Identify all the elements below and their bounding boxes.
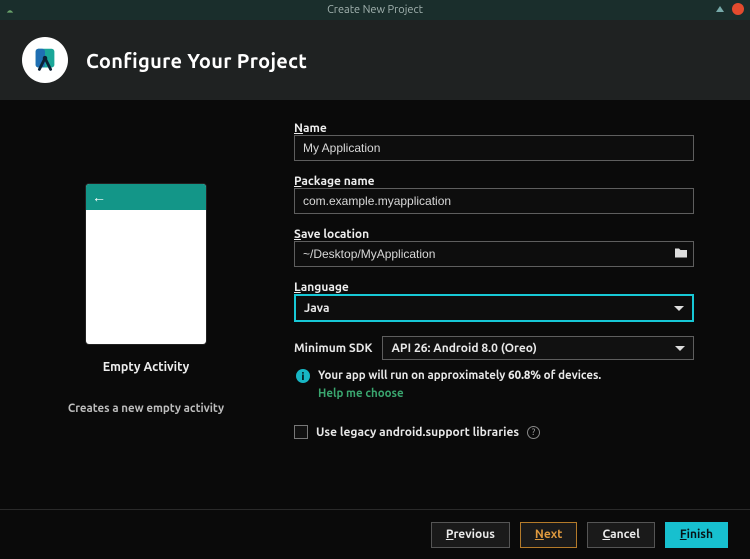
language-label: Language — [294, 281, 694, 294]
previous-button[interactable]: Previous — [431, 522, 510, 548]
cancel-button[interactable]: Cancel — [587, 522, 654, 548]
legacy-support-checkbox[interactable] — [294, 425, 308, 439]
page-title: Configure Your Project — [86, 49, 307, 72]
template-description: Creates a new empty activity — [68, 402, 224, 415]
template-preview-pane: ← Empty Activity Creates a new empty act… — [26, 122, 266, 499]
header: Configure Your Project — [0, 20, 750, 100]
chevron-down-icon — [674, 306, 684, 311]
template-name: Empty Activity — [103, 360, 190, 374]
save-location-input[interactable] — [294, 241, 694, 267]
minimum-sdk-label: Minimum SDK — [294, 342, 372, 355]
language-select[interactable]: Java — [294, 294, 694, 322]
legacy-support-label: Use legacy android.support libraries — [316, 426, 519, 439]
hint-suffix: of devices. — [541, 369, 601, 382]
close-icon[interactable] — [732, 3, 744, 15]
project-form: Name Package name Save location Language… — [294, 122, 694, 499]
minimize-icon[interactable] — [716, 6, 724, 12]
android-studio-icon — [22, 37, 68, 83]
language-value: Java — [304, 302, 329, 315]
template-thumbnail: ← — [86, 184, 206, 344]
help-me-choose-link[interactable]: Help me choose — [318, 386, 601, 402]
chevron-down-icon — [675, 346, 685, 351]
name-input[interactable] — [294, 135, 694, 161]
help-icon[interactable]: ? — [527, 426, 540, 439]
hint-percent: 60.8% — [508, 369, 541, 382]
wizard-footer: Previous Next Cancel Finish — [0, 509, 750, 559]
window-title: Create New Project — [327, 4, 423, 16]
save-location-label: Save location — [294, 228, 694, 241]
package-input[interactable] — [294, 188, 694, 214]
finish-button[interactable]: Finish — [665, 522, 728, 548]
hint-prefix: Your app will run on approximately — [318, 369, 508, 382]
name-label: Name — [294, 122, 694, 135]
minimum-sdk-value: API 26: Android 8.0 (Oreo) — [391, 342, 536, 355]
package-label: Package name — [294, 175, 694, 188]
minimum-sdk-select[interactable]: API 26: Android 8.0 (Oreo) — [382, 336, 694, 360]
browse-folder-icon[interactable] — [674, 247, 688, 262]
titlebar: Create New Project — [0, 0, 750, 20]
info-icon: i — [296, 369, 310, 383]
back-arrow-icon: ← — [92, 190, 106, 204]
next-button[interactable]: Next — [520, 522, 578, 548]
device-coverage-hint: i Your app will run on approximately 60.… — [294, 368, 694, 401]
android-menu-icon — [6, 6, 14, 14]
